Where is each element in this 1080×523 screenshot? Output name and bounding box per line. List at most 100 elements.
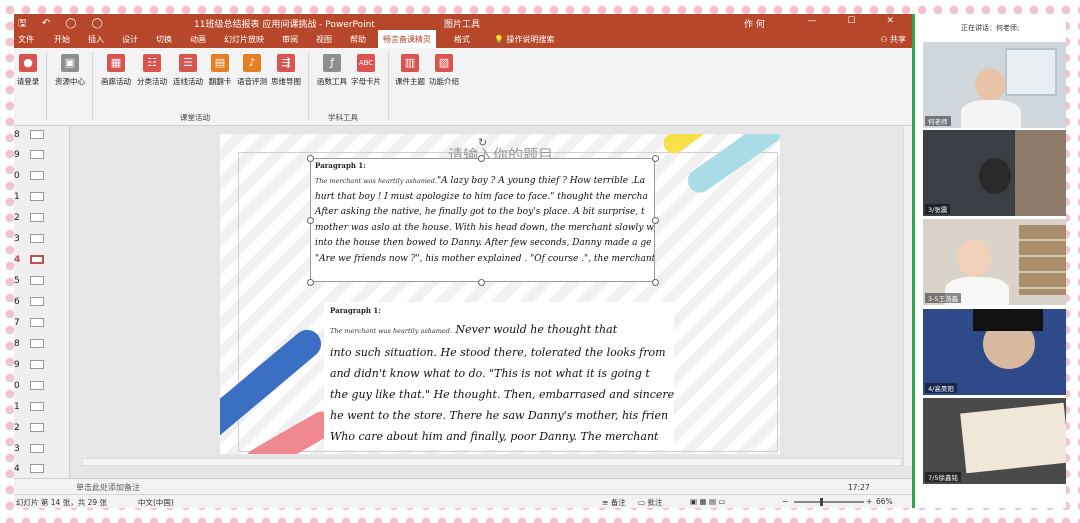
slide-thumbnail[interactable]: 1 bbox=[14, 398, 66, 418]
grid-icon: ☷ bbox=[143, 54, 161, 72]
thumbnail-preview bbox=[30, 213, 44, 222]
slide-thumbnail[interactable]: 9 bbox=[14, 356, 66, 376]
card-icon: ▤ bbox=[211, 54, 229, 72]
classify-activity-button[interactable]: ☷ 分类活动 bbox=[132, 54, 172, 87]
tab-view[interactable]: 视图 bbox=[316, 34, 332, 45]
slide-thumbnail[interactable]: 0 bbox=[14, 167, 66, 187]
tab-changyan[interactable]: 畅言备课精灵 bbox=[378, 30, 436, 48]
participant-tile[interactable]: 何老师 bbox=[923, 42, 1066, 128]
slide-thumbnail[interactable]: 1 bbox=[14, 188, 66, 208]
paragraph-heading: Paragraph 1: bbox=[330, 306, 381, 315]
zoom-slider[interactable] bbox=[794, 501, 864, 503]
courseware-theme-label: 课件主题 bbox=[395, 77, 425, 86]
tab-home[interactable]: 开始 bbox=[54, 34, 70, 45]
tab-review[interactable]: 审阅 bbox=[282, 34, 298, 45]
handwritten-text: "A lazy boy ? A young thief ? How terrib… bbox=[437, 176, 646, 186]
divider bbox=[388, 52, 389, 120]
notes-pane[interactable]: 单击此处添加备注 bbox=[14, 478, 912, 494]
thumbnail-preview bbox=[30, 381, 44, 390]
zoom-out-icon[interactable]: − bbox=[782, 497, 788, 506]
theme-icon: ▥ bbox=[401, 54, 419, 72]
thumbnail-preview bbox=[30, 171, 44, 180]
paragraph-image-selected[interactable]: Paragraph 1: The merchant was heartily a… bbox=[310, 158, 655, 282]
user-name[interactable]: 作 何 bbox=[744, 17, 765, 30]
resource-center-button[interactable]: ▣ 资源中心 bbox=[50, 54, 90, 87]
resize-handle[interactable] bbox=[307, 155, 314, 162]
voice-eval-label: 语音评测 bbox=[237, 77, 267, 86]
slide-thumbnail[interactable]: 7 bbox=[14, 314, 66, 334]
slide-thumbnail[interactable]: 8 bbox=[14, 335, 66, 355]
slide-thumbnail[interactable]: 2 bbox=[14, 419, 66, 439]
zoom-slider-knob[interactable] bbox=[820, 498, 823, 506]
resize-handle[interactable] bbox=[478, 279, 485, 286]
thumbnail-preview bbox=[30, 423, 44, 432]
slide-number: 1 bbox=[14, 402, 20, 412]
group-label-class-activity: 课堂活动 bbox=[180, 113, 210, 122]
zoom-level[interactable]: 66% bbox=[876, 497, 893, 506]
slide-thumbnail[interactable]: 0 bbox=[14, 377, 66, 397]
divider bbox=[46, 52, 47, 120]
participant-tile[interactable]: 4/高昊阳 bbox=[923, 309, 1066, 395]
resize-handle[interactable] bbox=[652, 217, 659, 224]
tab-design[interactable]: 设计 bbox=[122, 34, 138, 45]
share-button[interactable]: ⚇ 共享 bbox=[880, 34, 906, 45]
participant-name: 4/高昊阳 bbox=[925, 383, 957, 393]
flip-card-label: 翻翻卡 bbox=[208, 77, 232, 86]
resize-handle[interactable] bbox=[307, 217, 314, 224]
function-tool-label: 函数工具 bbox=[317, 77, 347, 86]
letter-card-button[interactable]: ABC 字母卡片 bbox=[346, 54, 386, 87]
slide-thumbnail[interactable]: 6 bbox=[14, 293, 66, 313]
handwritten-line: Who care about him and finally, poor Dan… bbox=[330, 430, 659, 443]
feature-intro-button[interactable]: ▧ 功能介绍 bbox=[424, 54, 464, 87]
tab-slideshow[interactable]: 幻灯片放映 bbox=[224, 34, 264, 45]
language-indicator[interactable]: 中文(中国) bbox=[138, 497, 174, 508]
slide-thumbnail[interactable]: 4 bbox=[14, 460, 66, 480]
feature-intro-label: 功能介绍 bbox=[429, 77, 459, 86]
mindmap-button[interactable]: ⇶ 思维导图 bbox=[266, 54, 306, 87]
participant-tile[interactable]: 7/5徐鑫铭 bbox=[923, 398, 1066, 484]
notes-button[interactable]: ≡ 备注 bbox=[602, 497, 626, 508]
gallery-activity-button[interactable]: ▦ 画廊活动 bbox=[96, 54, 136, 87]
tab-file[interactable]: 文件 bbox=[18, 34, 34, 45]
slide-thumbnail[interactable]: 3 bbox=[14, 230, 66, 250]
resize-handle[interactable] bbox=[307, 279, 314, 286]
login-button[interactable]: ● 请登录 bbox=[14, 54, 48, 87]
tab-help[interactable]: 帮助 bbox=[350, 34, 366, 45]
participant-tile[interactable]: 3/张震 bbox=[923, 130, 1066, 216]
slide-thumbnail[interactable]: 2 bbox=[14, 209, 66, 229]
slide-number: 0 bbox=[14, 171, 20, 181]
handwritten-line: and didn't know what to do. "This is not… bbox=[330, 367, 650, 380]
comments-button[interactable]: ▭ 批注 bbox=[638, 497, 662, 508]
slide-number: 4 bbox=[14, 464, 20, 474]
handwritten-text: Never would he thought that bbox=[455, 323, 618, 336]
rotate-handle-icon[interactable]: ↻ bbox=[478, 136, 487, 149]
slide-thumbnail[interactable]: 9 bbox=[14, 146, 66, 166]
resize-handle[interactable] bbox=[652, 279, 659, 286]
resize-handle[interactable] bbox=[478, 155, 485, 162]
slide-thumbnail-selected[interactable]: 4 bbox=[14, 251, 66, 271]
mindmap-icon: ⇶ bbox=[277, 54, 295, 72]
tell-me-search[interactable]: 💡 操作说明搜索 bbox=[494, 34, 555, 45]
horizontal-scrollbar[interactable] bbox=[82, 458, 902, 466]
slide-canvas[interactable]: 请输入你的题目 Paragraph 1: The merchant was he… bbox=[220, 134, 780, 454]
tab-insert[interactable]: 插入 bbox=[88, 34, 104, 45]
paragraph-image[interactable]: Paragraph 1: The merchant was heartily a… bbox=[324, 302, 674, 450]
resize-handle[interactable] bbox=[652, 155, 659, 162]
view-buttons[interactable]: ▣ ▦ ▤ ▭ bbox=[690, 497, 726, 506]
zoom-in-icon[interactable]: + bbox=[866, 497, 872, 506]
slide-thumbnail[interactable]: 3 bbox=[14, 440, 66, 460]
slide-thumbnail[interactable]: 8 bbox=[14, 126, 66, 146]
tab-animations[interactable]: 动画 bbox=[190, 34, 206, 45]
mindmap-label: 思维导图 bbox=[271, 77, 301, 86]
lightbulb-icon: 💡 bbox=[494, 35, 504, 44]
tab-format[interactable]: 格式 bbox=[454, 34, 470, 45]
participant-tile[interactable]: 3-5王浩鑫 bbox=[923, 219, 1066, 305]
slide-thumbnail[interactable]: 5 bbox=[14, 272, 66, 292]
tab-transitions[interactable]: 切换 bbox=[156, 34, 172, 45]
bookshelf bbox=[1019, 225, 1066, 295]
slide-count: 幻灯片 第 14 张，共 29 张 bbox=[16, 498, 108, 507]
window-controls[interactable]: — ☐ ✕ bbox=[808, 16, 908, 26]
vertical-scrollbar[interactable] bbox=[903, 126, 912, 466]
thumbnail-preview bbox=[30, 297, 44, 306]
divider bbox=[308, 52, 309, 120]
